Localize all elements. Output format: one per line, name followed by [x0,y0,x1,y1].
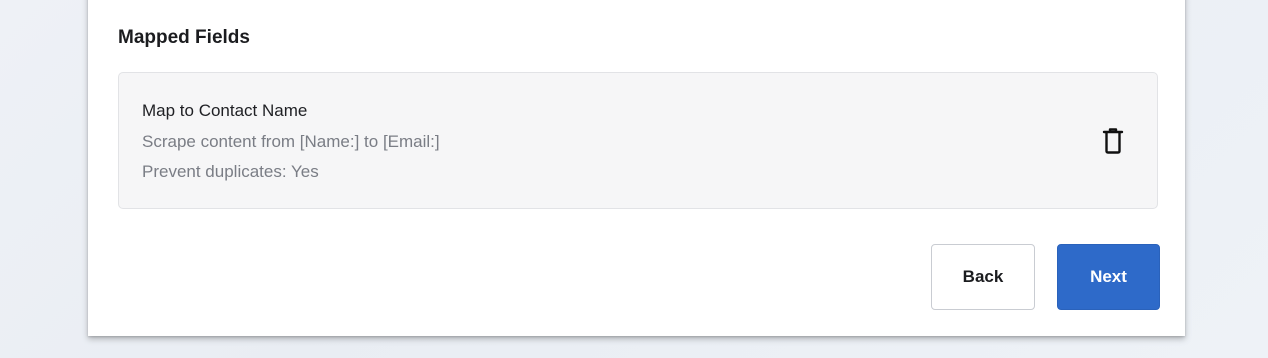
back-button[interactable]: Back [931,244,1035,310]
mapped-field-card: Map to Contact Name Scrape content from … [118,72,1158,209]
prevent-duplicates-text: Prevent duplicates: Yes [142,162,319,181]
mapping-panel: Mapped Fields Map to Contact Name Scrape… [88,0,1185,336]
trash-icon[interactable] [1101,127,1125,155]
scrape-range-text: Scrape content from [Name:] to [Email:] [142,132,440,151]
section-title: Mapped Fields [118,27,250,48]
next-button[interactable]: Next [1057,244,1160,310]
mapped-field-title: Map to Contact Name [142,101,308,120]
